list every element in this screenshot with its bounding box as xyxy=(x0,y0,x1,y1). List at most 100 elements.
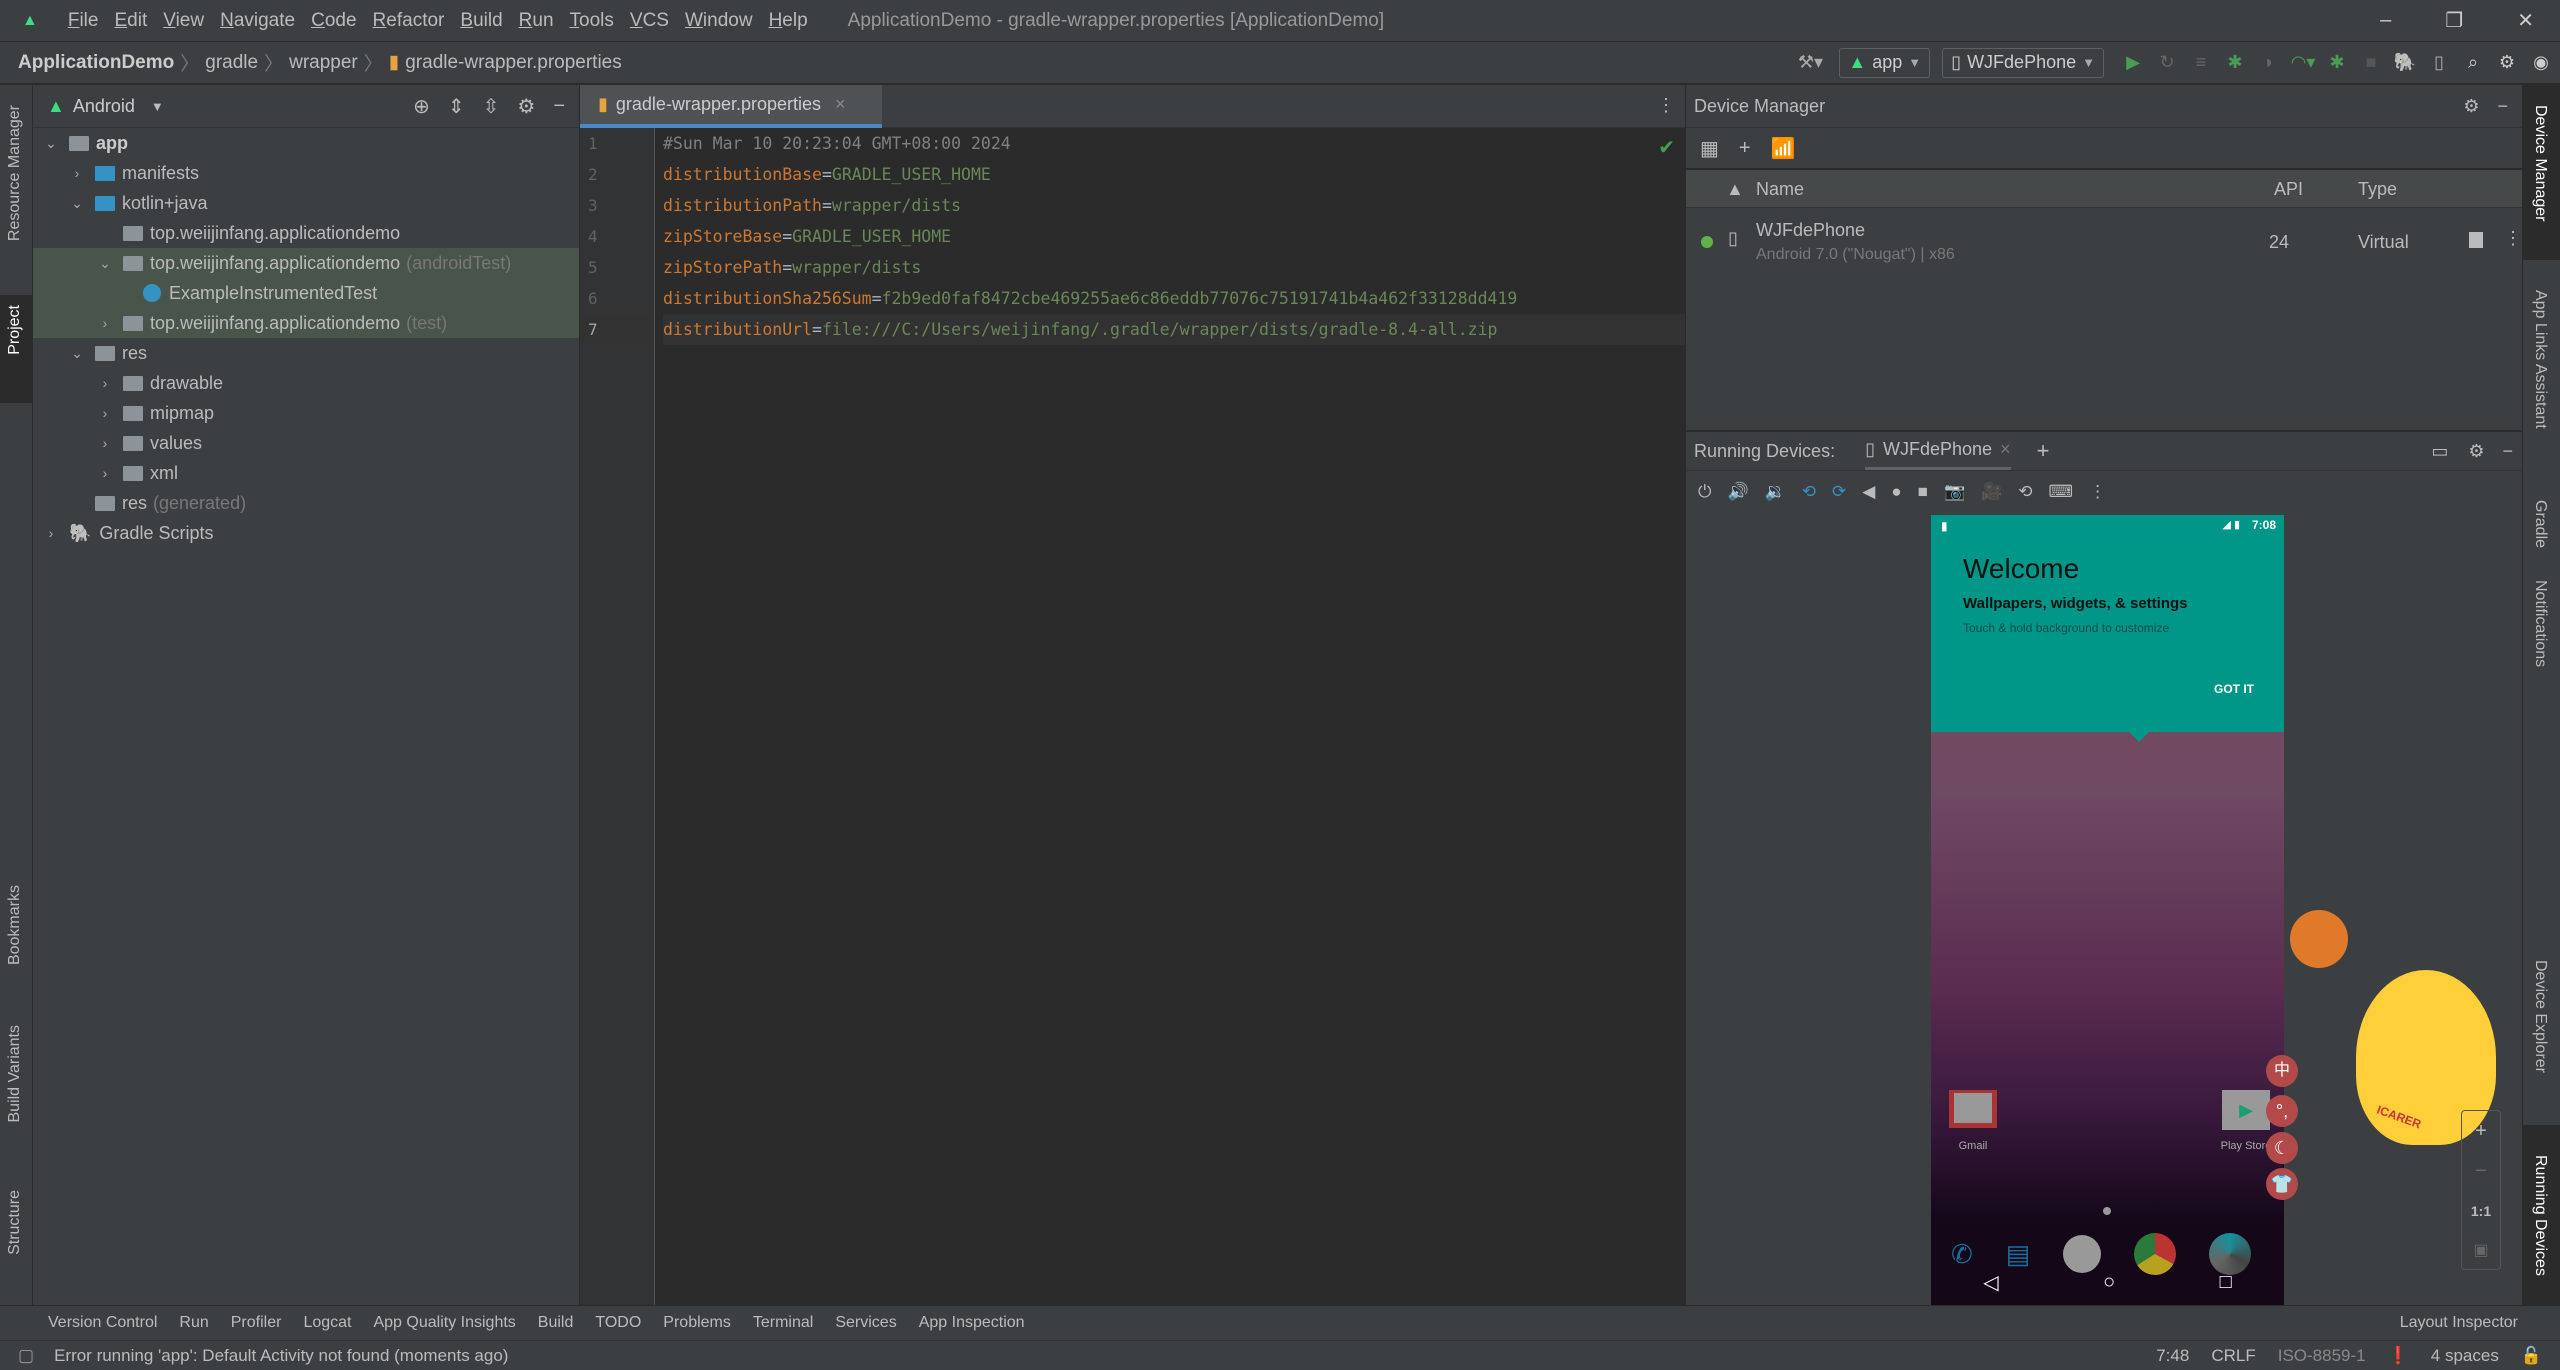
sort-ascending-icon[interactable]: ▲ xyxy=(1726,170,1744,208)
code-area[interactable]: #Sun Mar 10 20:23:04 GMT+08:00 2024 dist… xyxy=(663,128,1685,345)
debug-icon[interactable]: ✱ xyxy=(2220,52,2250,73)
sync-gradle-icon[interactable]: 🐘 xyxy=(2390,52,2420,73)
menu-refactor[interactable]: Refactor xyxy=(373,10,445,32)
tool-layout-inspector[interactable]: Layout Inspector xyxy=(2400,1314,2518,1332)
menu-edit[interactable]: Edit xyxy=(114,10,147,32)
settings-icon[interactable]: ⚙ xyxy=(2468,441,2484,462)
screenshot-camera-icon[interactable]: 📷 xyxy=(1944,482,1965,502)
home-icon[interactable]: ● xyxy=(1891,482,1901,502)
volume-up-icon[interactable]: 🔊 xyxy=(1727,482,1748,502)
code-line[interactable]: zipStorePath=wrapper/dists xyxy=(663,252,1685,283)
menu-tools[interactable]: Tools xyxy=(570,10,614,32)
tree-item-package-test[interactable]: › top.weiijinfang.applicationdemo (test) xyxy=(33,308,579,338)
menu-code[interactable]: Code xyxy=(311,10,356,32)
tree-item-drawable[interactable]: › drawable xyxy=(33,368,579,398)
settings-icon[interactable]: ⚙ xyxy=(2492,52,2522,73)
breadcrumb-file[interactable]: gradle-wrapper.properties xyxy=(405,52,622,74)
overview-icon[interactable]: ■ xyxy=(1918,482,1928,502)
maximize-button[interactable]: ❐ xyxy=(2445,8,2463,33)
more-options-icon[interactable]: ⋮ xyxy=(2089,482,2106,502)
tab-running-device[interactable]: ▯ WJFdePhone × xyxy=(1865,431,2011,471)
stripe-device-manager[interactable]: Device Manager xyxy=(2531,105,2549,222)
menu-run[interactable]: Run xyxy=(519,10,554,32)
tree-item-example-instrumented-test[interactable]: ExampleInstrumentedTest xyxy=(33,278,579,308)
status-message[interactable]: Error running 'app': Default Activity no… xyxy=(54,1346,508,1366)
tool-profiler[interactable]: Profiler xyxy=(231,1314,282,1332)
stripe-build-variants[interactable]: Build Variants xyxy=(6,1025,24,1123)
stripe-project[interactable]: Project xyxy=(6,305,24,355)
tool-terminal[interactable]: Terminal xyxy=(753,1314,813,1332)
code-line[interactable]: distributionSha256Sum=f2b9ed0faf8472cbe4… xyxy=(663,283,1685,314)
code-line[interactable]: zipStoreBase=GRADLE_USER_HOME xyxy=(663,221,1685,252)
stripe-app-links-assistant[interactable]: App Links Assistant xyxy=(2531,290,2549,429)
volume-down-icon[interactable]: 🔉 xyxy=(1765,482,1786,502)
device-group-icon[interactable]: ▦ xyxy=(1700,136,1719,161)
power-icon[interactable]: ⏻ xyxy=(1698,482,1711,502)
close-window-button[interactable]: ✕ xyxy=(2517,8,2534,33)
keyboard-icon[interactable]: ⌨ xyxy=(2049,482,2074,502)
project-view-select[interactable]: Android xyxy=(73,96,135,117)
code-line-current[interactable]: distributionUrl=file:///C:/Users/weijinf… xyxy=(663,314,1685,345)
tree-item-kotlin-java[interactable]: ⌄ kotlin+java xyxy=(33,188,579,218)
breadcrumb-project[interactable]: ApplicationDemo xyxy=(18,52,174,74)
device-screen[interactable]: ▮ 7:08 ◢ ▮ Welcome Wallpapers, widgets, … xyxy=(1931,515,2284,1305)
tree-item-res-generated[interactable]: res (generated) xyxy=(33,488,579,518)
hide-panel-icon[interactable]: − xyxy=(2497,96,2508,117)
apply-changes-icon[interactable]: ↻ xyxy=(2152,52,2182,73)
nav-back-icon[interactable]: ◁ xyxy=(1983,1270,1998,1295)
nav-home-icon[interactable]: ○ xyxy=(2103,1271,2115,1294)
tree-item-res[interactable]: ⌄ res xyxy=(33,338,579,368)
add-device-icon[interactable]: + xyxy=(1739,137,1751,160)
apply-code-changes-icon[interactable]: ≡ xyxy=(2186,52,2216,73)
screen-record-icon[interactable]: 🎥 xyxy=(1981,482,2002,502)
toggle-tool-windows-icon[interactable]: ▢ xyxy=(18,1346,34,1366)
device-manager-icon[interactable]: ▯ xyxy=(2424,52,2454,73)
lock-icon[interactable]: 🔓 xyxy=(2521,1346,2542,1366)
got-it-button[interactable]: GOT IT xyxy=(2214,682,2254,696)
column-type[interactable]: Type xyxy=(2358,170,2397,208)
run-icon[interactable]: ▶ xyxy=(2118,52,2148,73)
tree-item-gradle-scripts[interactable]: › 🐘 Gradle Scripts xyxy=(33,518,579,548)
add-device-tab-icon[interactable]: + xyxy=(2037,438,2050,464)
account-icon[interactable]: ◉ xyxy=(2526,52,2556,73)
minimize-button[interactable]: – xyxy=(2380,9,2391,32)
line-separator[interactable]: CRLF xyxy=(2211,1346,2255,1366)
tool-build[interactable]: Build xyxy=(538,1314,574,1332)
back-icon[interactable]: ◀ xyxy=(1862,482,1875,502)
zoom-out-button[interactable]: − xyxy=(2462,1151,2500,1191)
chevron-down-icon[interactable]: ▼ xyxy=(151,99,164,114)
tree-item-manifests[interactable]: › manifests xyxy=(33,158,579,188)
settings-icon[interactable]: ⚙ xyxy=(2463,96,2479,117)
tool-app-inspection[interactable]: App Inspection xyxy=(919,1314,1025,1332)
window-layout-icon[interactable]: ▭ xyxy=(2431,441,2448,462)
zoom-fit-button[interactable]: ▣ xyxy=(2462,1231,2500,1271)
tool-todo[interactable]: TODO xyxy=(595,1314,641,1332)
run-config-select[interactable]: ▲ app ▼ xyxy=(1839,47,1931,78)
menu-build[interactable]: Build xyxy=(460,10,502,32)
stripe-structure[interactable]: Structure xyxy=(6,1190,24,1255)
overlay-moon-button[interactable]: ☾ xyxy=(2266,1132,2298,1164)
menu-view[interactable]: View xyxy=(163,10,204,32)
options-gear-icon[interactable]: ⚙ xyxy=(517,94,535,119)
overlay-shirt-button[interactable]: 👕 xyxy=(2266,1168,2298,1200)
tool-run[interactable]: Run xyxy=(179,1314,208,1332)
menu-navigate[interactable]: Navigate xyxy=(220,10,295,32)
tool-logcat[interactable]: Logcat xyxy=(303,1314,351,1332)
tool-version-control[interactable]: Version Control xyxy=(48,1314,157,1332)
menu-window[interactable]: Window xyxy=(685,10,753,32)
tree-item-package-androidtest[interactable]: ⌄ top.weiijinfang.applicationdemo (android… xyxy=(33,248,579,278)
tool-problems[interactable]: Problems xyxy=(663,1314,731,1332)
stripe-notifications[interactable]: Notifications xyxy=(2531,580,2549,667)
column-name[interactable]: Name xyxy=(1756,170,1804,208)
column-api[interactable]: API xyxy=(2274,170,2303,208)
rotate-left-icon[interactable]: ⟲ xyxy=(1802,482,1816,502)
rotate-right-icon[interactable]: ⟳ xyxy=(1832,482,1846,502)
warning-icon[interactable]: ❗ xyxy=(2388,1346,2409,1366)
build-hammer-icon[interactable]: ⚒▾ xyxy=(1795,52,1825,73)
profile-icon[interactable]: ◠▾ xyxy=(2288,52,2318,73)
menu-vcs[interactable]: VCS xyxy=(630,10,669,32)
tab-gradle-wrapper-properties[interactable]: ▮ gradle-wrapper.properties × xyxy=(580,85,882,128)
caret-position[interactable]: 7:48 xyxy=(2156,1346,2189,1366)
stripe-bookmarks[interactable]: Bookmarks xyxy=(6,885,24,965)
zoom-in-button[interactable]: + xyxy=(2462,1111,2500,1151)
